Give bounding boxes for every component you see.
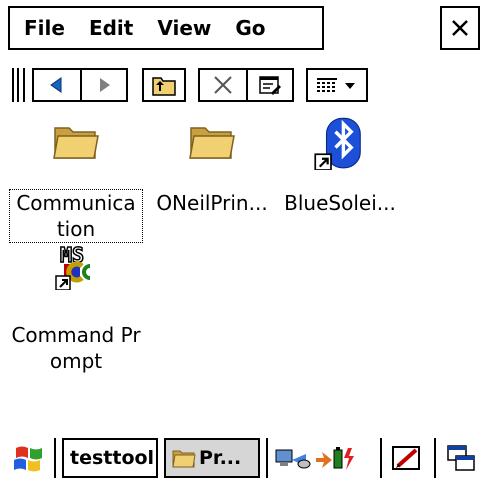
file-item-communication[interactable]: Communica tion — [9, 116, 143, 243]
toolbar-grip[interactable] — [12, 68, 19, 102]
forward-icon — [100, 78, 110, 92]
battery-tray-button[interactable] — [314, 442, 358, 476]
file-label: Communica tion — [9, 189, 143, 243]
file-label: Command Prompt — [11, 323, 141, 373]
file-list: Communica tion ONeilPrin... BlueSolei...… — [0, 108, 485, 430]
task-label: Pr... — [199, 447, 242, 469]
windows-flag-icon — [14, 446, 42, 472]
desktop-tray-button[interactable] — [444, 442, 480, 476]
up-folder-button[interactable] — [144, 70, 184, 100]
menu-edit[interactable]: Edit — [75, 8, 133, 48]
taskbar-separator — [434, 438, 436, 478]
close-button[interactable] — [440, 6, 480, 50]
task-label: testtool — [70, 447, 155, 469]
up-button-group — [142, 68, 186, 102]
menu-view[interactable]: View — [143, 8, 211, 48]
taskbar-separator — [380, 438, 382, 478]
desktop-icon — [447, 445, 475, 471]
input-panel-icon — [392, 446, 420, 470]
task-button-programs[interactable]: Pr... — [164, 438, 260, 478]
close-icon — [452, 20, 468, 36]
menu-bar: File Edit View Go — [0, 0, 485, 62]
start-button[interactable] — [10, 442, 46, 476]
network-tray-button[interactable] — [274, 442, 314, 476]
file-item-bluesolei[interactable]: BlueSolei... — [274, 116, 406, 240]
delete-icon — [214, 76, 232, 94]
delete-button[interactable] — [200, 70, 246, 100]
properties-icon — [259, 76, 281, 95]
up-folder-icon — [152, 77, 176, 96]
folder-icon — [53, 127, 99, 159]
menu-frame: File Edit View Go — [8, 6, 324, 50]
taskbar: testtool Pr... — [0, 430, 485, 484]
folder-icon — [172, 450, 196, 468]
taskbar-separator — [54, 438, 56, 478]
menu-file[interactable]: File — [10, 8, 65, 48]
nav-button-group — [32, 68, 128, 102]
edit-button-group — [198, 68, 294, 102]
taskbar-separator — [266, 438, 268, 478]
back-button[interactable] — [34, 70, 80, 100]
menu-go[interactable]: Go — [221, 8, 265, 48]
back-icon — [50, 77, 62, 93]
network-icon — [275, 449, 311, 469]
input-panel-button[interactable] — [390, 442, 426, 476]
file-label: ONeilPrin... — [156, 191, 268, 215]
view-options-icon — [317, 78, 355, 92]
properties-button[interactable] — [246, 70, 292, 100]
toolbar — [0, 62, 485, 108]
forward-button[interactable] — [80, 70, 126, 100]
battery-power-icon — [316, 447, 354, 470]
file-item-command-prompt[interactable]: MS Command Prompt — [10, 242, 142, 373]
task-button-testtool[interactable]: testtool — [62, 438, 158, 478]
file-label: BlueSolei... — [284, 191, 396, 215]
ms-dos-shortcut-icon: MS — [55, 242, 91, 290]
file-item-oneilprin[interactable]: ONeilPrin... — [146, 116, 278, 240]
view-button-group — [306, 68, 368, 102]
folder-icon — [189, 127, 235, 159]
view-options-button[interactable] — [308, 70, 366, 100]
bluetooth-shortcut-icon — [314, 117, 361, 170]
toolbar-grip-line — [23, 68, 25, 102]
